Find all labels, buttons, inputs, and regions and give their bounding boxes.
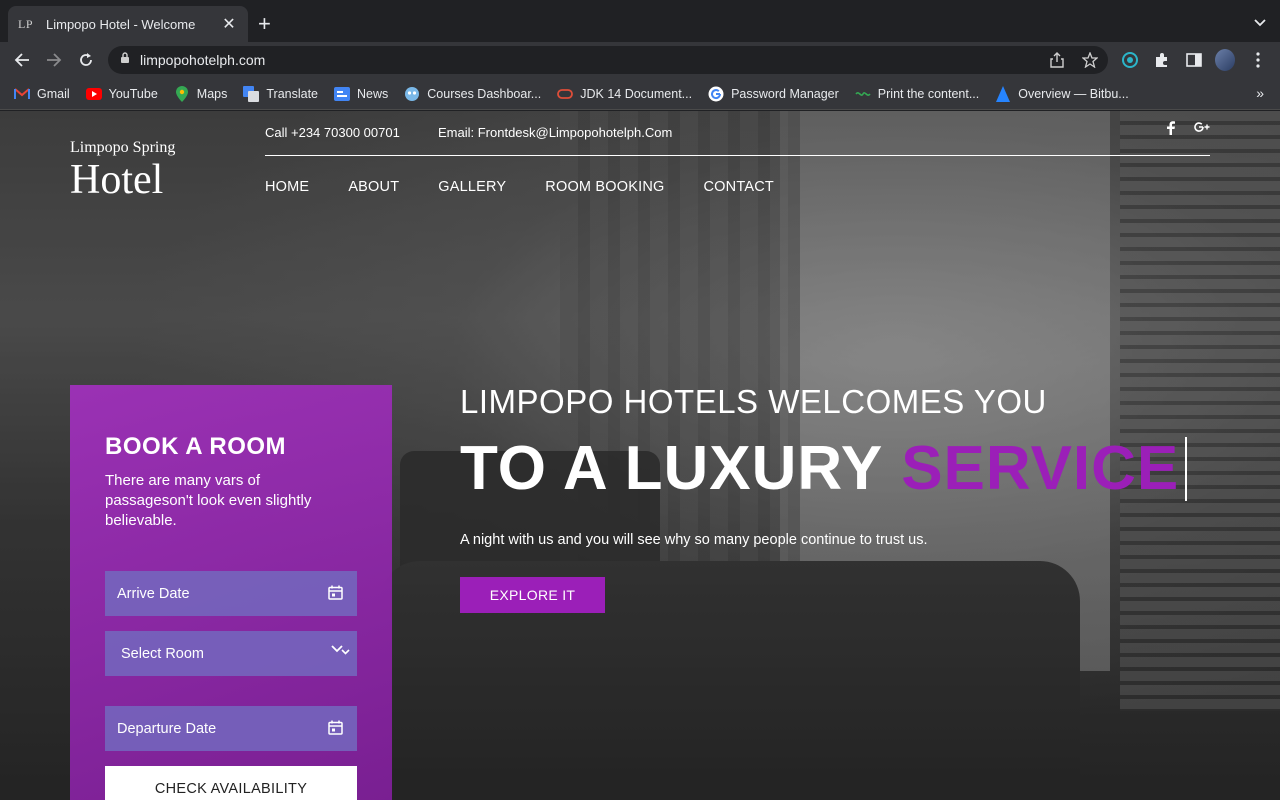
new-tab-icon[interactable]: + — [258, 12, 271, 36]
address-bar[interactable]: limpopohotelph.com — [108, 46, 1108, 74]
nav-home[interactable]: HOME — [265, 179, 309, 195]
chevron-down-icon — [331, 644, 351, 660]
hotel-website: Limpopo Spring Hotel Call +234 70300 007… — [0, 111, 1280, 800]
bookmarks-bar: Gmail YouTube Maps Translate News Course… — [0, 78, 1280, 110]
bookmark-news[interactable]: News — [334, 86, 388, 102]
bookmark-bitbucket[interactable]: Overview — Bitbu... — [995, 85, 1129, 102]
lock-icon — [120, 51, 130, 69]
hero-title: TO A LUXURY SERVICE — [460, 433, 1188, 504]
hero-subtitle: LIMPOPO HOTELS WELCOMES YOU — [460, 383, 1047, 420]
side-panel-icon[interactable] — [1184, 50, 1204, 70]
browser-toolbar: limpopohotelph.com — [0, 42, 1280, 78]
bookmark-password-manager[interactable]: Password Manager — [708, 86, 839, 102]
hero-title-accent: SERVICE — [901, 434, 1180, 503]
bookmark-maps[interactable]: Maps — [174, 85, 227, 102]
hero-title-main: TO A LUXURY — [460, 434, 884, 503]
tab-title: Limpopo Hotel - Welcome — [46, 16, 196, 32]
bookmark-youtube[interactable]: YouTube — [85, 86, 158, 102]
nav-gallery[interactable]: GALLERY — [438, 179, 506, 195]
print-link-icon — [855, 86, 871, 102]
booking-text: There are many vars of passageson't look… — [105, 472, 312, 529]
url-text: limpopohotelph.com — [140, 52, 266, 68]
bookmark-print-content[interactable]: Print the content... — [855, 86, 979, 102]
social-links — [1166, 121, 1210, 138]
hero-section: LIMPOPO HOTELS WELCOMES YOU TO A LUXURY … — [460, 383, 1188, 613]
nav-contact[interactable]: CONTACT — [704, 179, 774, 195]
check-availability-button[interactable]: CHECK AVAILABILITY — [105, 766, 357, 800]
close-tab-icon[interactable]: ✕ — [220, 14, 238, 34]
extension-sync-icon[interactable] — [1120, 50, 1140, 70]
facebook-icon[interactable] — [1166, 121, 1176, 138]
google-plus-icon[interactable] — [1194, 121, 1210, 138]
profile-avatar[interactable] — [1215, 49, 1235, 71]
gmail-icon — [14, 86, 30, 102]
bookmark-translate[interactable]: Translate — [243, 85, 318, 102]
bookmark-courses[interactable]: Courses Dashboar... — [404, 86, 541, 102]
browser-tab[interactable]: LP Limpopo Hotel - Welcome ✕ — [8, 6, 248, 42]
bookmark-jdk[interactable]: JDK 14 Document... — [557, 86, 692, 102]
departure-date-placeholder: Departure Date — [117, 720, 217, 737]
courses-icon — [404, 86, 420, 102]
reload-icon[interactable] — [76, 50, 96, 70]
room-select[interactable]: Select Room — [105, 631, 357, 676]
extensions-puzzle-icon[interactable] — [1152, 50, 1172, 70]
bookmark-gmail[interactable]: Gmail — [14, 86, 70, 102]
nav-room-booking[interactable]: ROOM BOOKING — [545, 179, 664, 195]
logo-title: Hotel — [70, 157, 164, 203]
contact-phone: Call +234 70300 00701 — [265, 125, 400, 140]
youtube-icon — [85, 86, 102, 102]
back-arrow-icon[interactable] — [12, 50, 32, 70]
forward-arrow-icon[interactable] — [44, 50, 64, 70]
bitbucket-icon — [995, 85, 1011, 102]
news-icon — [334, 86, 351, 102]
oracle-icon — [557, 86, 574, 102]
nav-about[interactable]: ABOUT — [348, 179, 399, 195]
arrive-date-placeholder: Arrive Date — [117, 585, 190, 602]
contact-email: Email: Frontdesk@Limpopohotelph.Com — [438, 125, 673, 140]
booking-form: BOOK A ROOM There are many vars of passa… — [70, 385, 392, 800]
tab-search-chevron-icon[interactable] — [1254, 14, 1266, 32]
browser-tab-strip: LP Limpopo Hotel - Welcome ✕ + — [0, 0, 1280, 42]
logo-subtitle: Limpopo Spring — [70, 139, 176, 156]
main-navigation: HOME ABOUT GALLERY ROOM BOOKING CONTACT — [265, 179, 774, 195]
share-icon[interactable] — [1050, 52, 1064, 73]
maps-icon — [174, 85, 190, 102]
browser-menu-icon[interactable] — [1248, 50, 1268, 70]
google-icon — [708, 86, 724, 102]
room-select-value: Select Room — [121, 645, 205, 662]
departure-date-field[interactable]: Departure Date — [105, 706, 357, 751]
tab-favicon: LP — [18, 16, 34, 31]
more-bookmarks-icon[interactable]: » — [1256, 85, 1264, 101]
typing-cursor — [1185, 436, 1188, 501]
bookmark-star-icon[interactable] — [1081, 51, 1099, 73]
booking-heading: BOOK A ROOM — [105, 433, 287, 460]
calendar-icon — [328, 720, 343, 739]
arrive-date-field[interactable]: Arrive Date — [105, 571, 357, 616]
calendar-icon — [328, 585, 343, 604]
site-logo[interactable]: Limpopo Spring Hotel — [70, 139, 175, 201]
explore-button[interactable]: EXPLORE IT — [460, 577, 605, 613]
contact-bar: Call +234 70300 00701 Email: Frontdesk@L… — [265, 121, 1210, 156]
translate-icon — [243, 85, 260, 102]
hero-description: A night with us and you will see why so … — [460, 532, 928, 548]
